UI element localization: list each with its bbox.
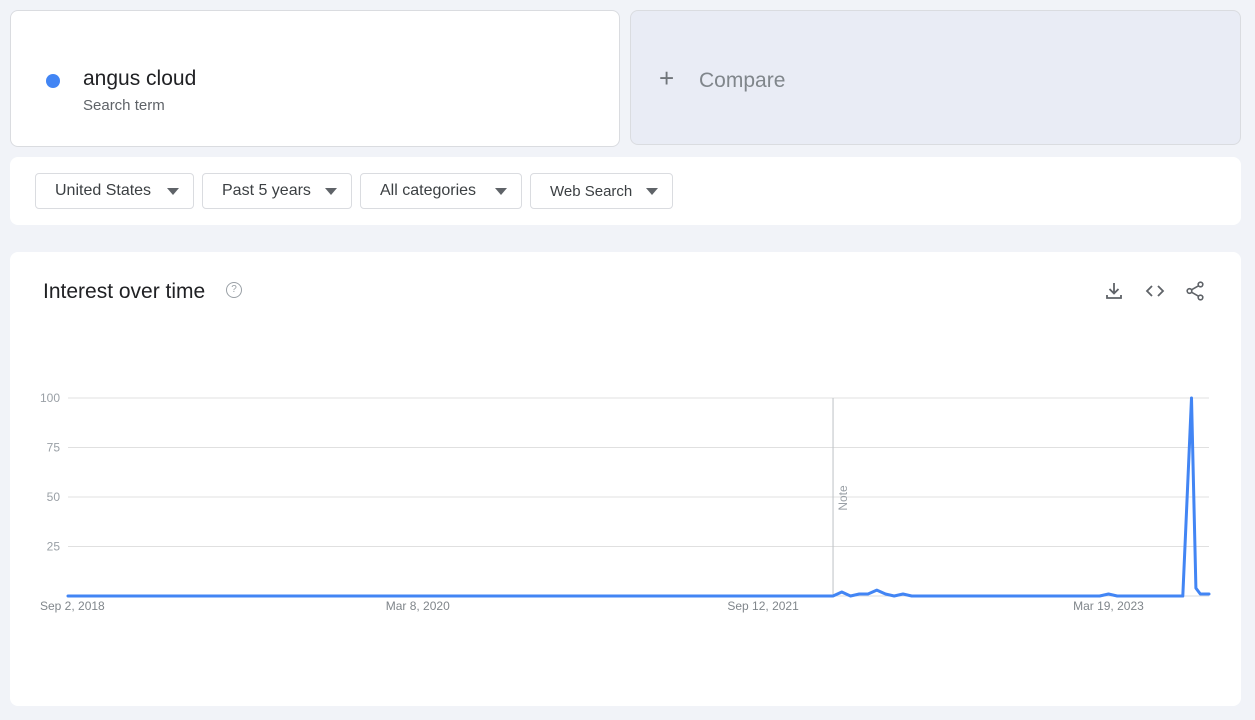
x-tick-label: Sep 2, 2018 [40,599,105,613]
category-filter-dropdown[interactable]: All categories [360,173,522,209]
y-tick-label: 75 [47,441,61,455]
note-label: Note [836,485,850,511]
region-filter-label: United States [55,182,152,199]
category-filter-label: All categories [380,182,477,199]
plus-icon: + [659,63,675,93]
y-tick-label: 50 [47,490,61,504]
caret-down-icon [325,188,337,195]
time-range-filter-dropdown[interactable]: Past 5 years [202,173,352,209]
search-type-filter-label: Web Search [550,182,633,200]
region-filter-dropdown[interactable]: United States [35,173,194,209]
x-tick-label: Mar 8, 2020 [386,599,450,613]
search-term-subtitle: Search term [83,97,165,114]
time-range-filter-label: Past 5 years [222,182,311,199]
y-tick-label: 25 [47,540,61,554]
x-tick-label: Mar 19, 2023 [1073,599,1144,613]
compare-label: Compare [699,69,786,92]
caret-down-icon [495,188,507,195]
search-term-card[interactable]: angus cloud Search term [10,10,620,147]
caret-down-icon [646,188,658,195]
y-tick-label: 100 [40,391,60,405]
search-type-filter-dropdown[interactable]: Web Search [530,173,673,209]
search-term-name[interactable]: angus cloud [83,67,196,91]
compare-button[interactable]: + Compare [630,10,1241,145]
caret-down-icon [167,188,179,195]
filter-bar: United States Past 5 years All categorie… [10,157,1241,225]
x-tick-label: Sep 12, 2021 [727,599,799,613]
line-chart: 25 50 75 100 Sep 2, 2018 Mar 8, 2020 Sep 12, 2… [40,391,1211,613]
interest-over-time-card: Interest over time ? 25 50 75 100 Sep 2, 201… [10,252,1241,706]
series-color-dot [46,74,60,88]
